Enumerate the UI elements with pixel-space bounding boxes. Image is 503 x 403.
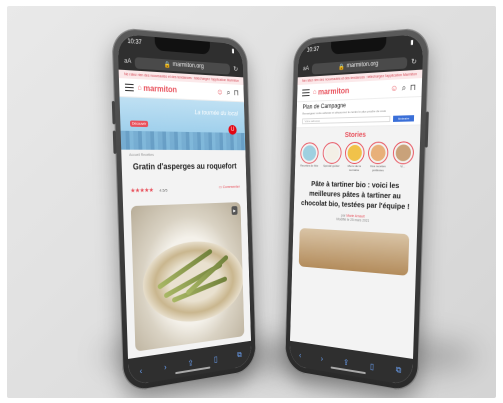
safari-toolbar: ‹ › ⇪ ▯ ⧉ bbox=[289, 340, 414, 386]
story-thumbnail bbox=[395, 144, 411, 162]
home-indicator bbox=[330, 366, 366, 375]
cart-icon[interactable]: ⊓ bbox=[410, 83, 416, 93]
battery-icon: ▮ bbox=[410, 39, 414, 47]
story-item[interactable]: Recettes de fête bbox=[298, 142, 320, 171]
chef-hat-icon: ⌂ bbox=[312, 89, 317, 97]
skyline-graphic bbox=[120, 130, 246, 151]
reload-icon[interactable]: ↻ bbox=[233, 65, 238, 73]
comment-label: Commenter bbox=[222, 183, 241, 189]
battery-icon: ▮ bbox=[231, 48, 235, 55]
story-item[interactable]: Vi... bbox=[390, 141, 416, 173]
story-label: Menu de la semaine bbox=[347, 164, 361, 172]
url-text: marmiton.org bbox=[172, 61, 204, 70]
story-thumbnail bbox=[370, 144, 387, 162]
story-item[interactable]: Spécial goûter bbox=[320, 142, 343, 172]
power-button bbox=[424, 111, 429, 148]
volume-button bbox=[111, 100, 116, 125]
back-icon[interactable]: ‹ bbox=[140, 366, 143, 376]
sponsored-ad: Plan de Campagne Renseignez votre adress… bbox=[296, 97, 422, 129]
story-label: Vi... bbox=[400, 164, 406, 169]
story-label: Nos recettes préférées bbox=[370, 164, 386, 173]
bookmarks-icon[interactable]: ▯ bbox=[370, 361, 374, 371]
tabs-icon[interactable]: ⧉ bbox=[396, 365, 402, 376]
stories-heading: Stories bbox=[344, 131, 366, 140]
byline-prefix: par bbox=[341, 213, 346, 218]
search-icon[interactable]: ⌕ bbox=[227, 88, 231, 98]
stories-carousel: Recettes de fête Spécial goûter Menu de … bbox=[295, 141, 420, 173]
modified-date: Modifié le 25 mars 2021 bbox=[336, 217, 370, 224]
search-icon[interactable]: ⌕ bbox=[402, 83, 407, 94]
phone-screen: 10:37 ▮ aA 🔒 marmiton.org ↻ Ne ratez rie… bbox=[289, 33, 424, 386]
home-indicator bbox=[175, 366, 211, 375]
bookmarks-icon[interactable]: ▯ bbox=[214, 354, 218, 363]
story-label: Recettes de fête bbox=[300, 163, 319, 168]
address-input[interactable]: Votre adresse bbox=[302, 115, 391, 125]
share-icon[interactable]: ⇪ bbox=[188, 358, 194, 368]
article-photo[interactable] bbox=[298, 228, 410, 277]
share-icon[interactable]: ⇪ bbox=[343, 357, 349, 367]
back-icon[interactable]: ‹ bbox=[299, 350, 301, 359]
video-badge[interactable]: ▶ bbox=[231, 206, 238, 216]
comment-button[interactable]: ▭ Commenter bbox=[219, 184, 240, 189]
story-thumbnail bbox=[347, 144, 363, 162]
story-thumbnail bbox=[302, 145, 317, 161]
volume-button bbox=[112, 130, 117, 154]
banner-cta[interactable]: Découvrir bbox=[129, 120, 149, 128]
site-logo[interactable]: ⌂ marmiton bbox=[137, 83, 213, 96]
banner-headline: La tournée du local bbox=[194, 110, 238, 118]
story-item[interactable]: Nos recettes préférées bbox=[366, 141, 391, 173]
story-label: Spécial goûter bbox=[323, 163, 340, 168]
forward-icon[interactable]: › bbox=[164, 362, 167, 371]
reader-icon[interactable]: aA bbox=[303, 66, 309, 72]
lock-icon: 🔒 bbox=[163, 61, 171, 69]
itinerary-button[interactable]: Itinéraire bbox=[393, 115, 415, 123]
photo-backdrop: 10:37 ▮ aA 🔒 marmiton.org ↻ Ne ratez rie… bbox=[7, 6, 496, 398]
rating-stars: ★★★★★ bbox=[130, 187, 154, 195]
phone-right: 10:37 ▮ aA 🔒 marmiton.org ↻ Ne ratez rie… bbox=[284, 26, 430, 394]
phone-screen: 10:37 ▮ aA 🔒 marmiton.org ↻ Ne ratez rie… bbox=[117, 33, 252, 386]
ad-form: Votre adresse Itinéraire bbox=[302, 115, 415, 125]
lock-icon: 🔒 bbox=[338, 63, 345, 71]
forward-icon[interactable]: › bbox=[321, 354, 324, 363]
status-time: 10:37 bbox=[127, 38, 142, 47]
cart-icon[interactable]: ⊓ bbox=[234, 89, 239, 98]
ad-banner[interactable]: La tournée du local Découvrir U bbox=[119, 97, 246, 151]
menu-icon[interactable] bbox=[124, 83, 134, 92]
tabs-icon[interactable]: ⧉ bbox=[237, 350, 242, 360]
brand-name: marmiton bbox=[317, 86, 350, 97]
recipe-photo[interactable]: ▶ bbox=[130, 202, 245, 352]
rating-value: 4.5/5 bbox=[159, 187, 168, 193]
profile-icon[interactable]: ☺ bbox=[390, 84, 398, 94]
story-item[interactable]: Menu de la semaine bbox=[343, 141, 367, 173]
site-logo[interactable]: ⌂ marmiton bbox=[313, 84, 387, 97]
rating-row: ★★★★★ 4.5/5 ▭ Commenter bbox=[122, 173, 247, 202]
reload-icon[interactable]: ↻ bbox=[411, 57, 417, 66]
status-time: 10:37 bbox=[306, 46, 320, 54]
menu-icon[interactable] bbox=[302, 89, 310, 97]
chef-hat-icon: ⌂ bbox=[137, 84, 142, 92]
brand-name: marmiton bbox=[143, 83, 178, 95]
url-text: marmiton.org bbox=[346, 61, 379, 70]
breadcrumb[interactable]: Accueil Recettes bbox=[121, 150, 245, 161]
profile-icon[interactable]: ☺ bbox=[216, 88, 223, 97]
phone-left: 10:37 ▮ aA 🔒 marmiton.org ↻ Ne ratez rie… bbox=[111, 26, 257, 394]
reader-icon[interactable]: aA bbox=[124, 58, 131, 65]
article-title: Pâte à tartiner bio : voici les meilleur… bbox=[300, 179, 410, 212]
comment-icon: ▭ bbox=[218, 183, 222, 189]
story-thumbnail bbox=[324, 145, 339, 161]
